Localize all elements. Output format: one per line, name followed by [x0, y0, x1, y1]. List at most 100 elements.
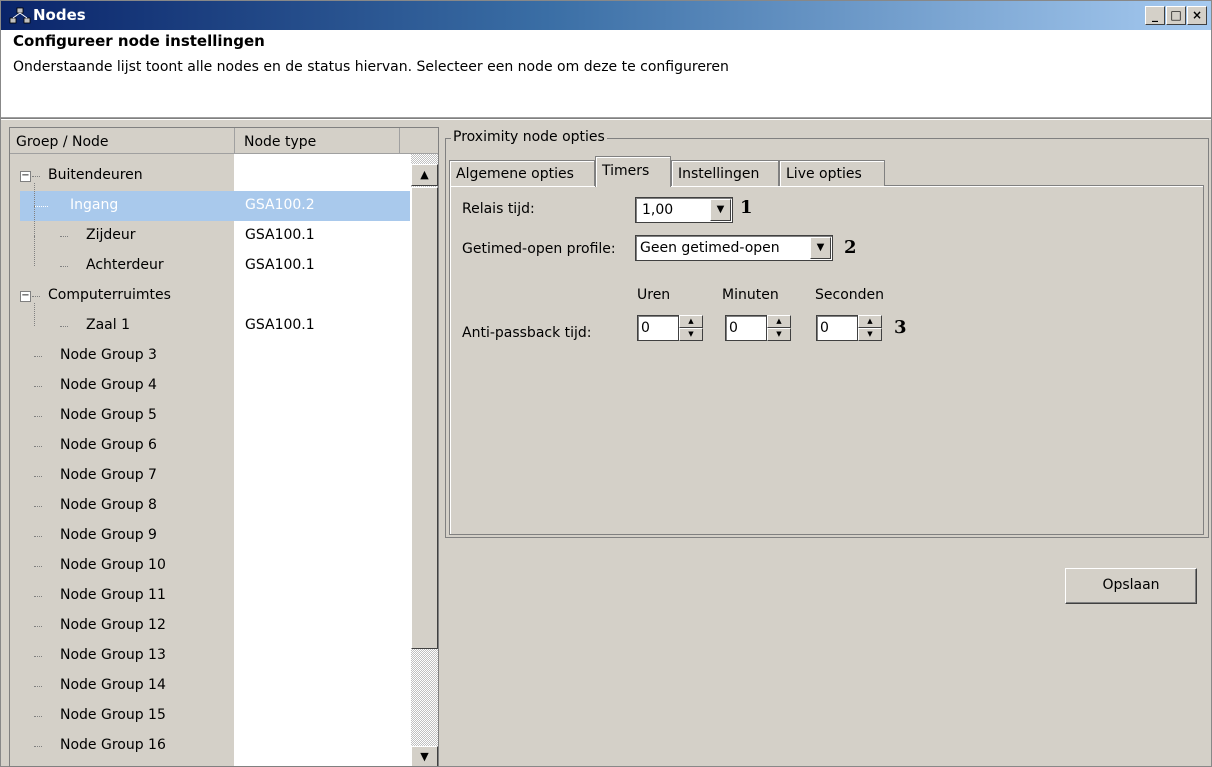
uren-input[interactable]: 0	[637, 315, 679, 341]
tree-item-type: GSA100.1	[245, 257, 315, 273]
close-button[interactable]: ×	[1187, 6, 1207, 25]
tree-row-node-group-11[interactable]: Node Group 11	[10, 581, 410, 611]
tree-item-type: GSA100.2	[245, 197, 315, 213]
tree-item-label: Node Group 8	[60, 497, 157, 513]
page-description: Onderstaande lijst toont alle nodes en d…	[13, 59, 729, 75]
save-button[interactable]: Opslaan	[1065, 568, 1197, 604]
tree-connector	[60, 326, 68, 327]
tree-item-label: Node Group 13	[60, 647, 166, 663]
annotation-number-3: 3	[894, 317, 907, 338]
minimize-button[interactable]: _	[1145, 6, 1165, 25]
collapse-icon[interactable]: −	[20, 171, 31, 182]
tree-item-label: Computerruimtes	[48, 287, 171, 303]
tree-connector	[34, 656, 42, 657]
getimed-open-profile-label: Getimed-open profile:	[462, 241, 616, 257]
tree-item-label: Node Group 15	[60, 707, 166, 723]
tree-row-node-group-8[interactable]: Node Group 8	[10, 491, 410, 521]
window-title: Nodes	[33, 6, 86, 24]
minuten-label: Minuten	[722, 287, 779, 303]
tree-connector	[34, 236, 35, 266]
tab-instellingen[interactable]: Instellingen	[671, 160, 779, 186]
chevron-down-icon[interactable]: ▼	[810, 237, 831, 259]
column-header: Groep / Node Node type	[10, 128, 438, 154]
tree-row-node-group-16[interactable]: Node Group 16	[10, 731, 410, 761]
tree-item-label: Node Group 3	[60, 347, 157, 363]
spin-up-icon[interactable]: ▲	[858, 315, 882, 328]
tree-connector	[34, 716, 42, 717]
tab-live-opties[interactable]: Live opties	[779, 160, 885, 186]
group-title: Proximity node opties	[451, 129, 607, 145]
tree-item-label: Node Group 9	[60, 527, 157, 543]
tree-row-node-group-15[interactable]: Node Group 15	[10, 701, 410, 731]
tree-row-ingang[interactable]: Ingang GSA100.2	[10, 183, 410, 221]
tab-timers[interactable]: Timers	[595, 156, 671, 187]
tree-connector	[32, 176, 40, 177]
tree-row-node-group-5[interactable]: Node Group 5	[10, 401, 410, 431]
tree-connector	[34, 596, 42, 597]
collapse-icon[interactable]: −	[20, 291, 31, 302]
column-header-node-type[interactable]: Node type	[236, 128, 400, 154]
tab-algemene-opties[interactable]: Algemene opties	[449, 160, 595, 186]
tree-item-type: GSA100.1	[245, 227, 315, 243]
spin-down-icon[interactable]: ▼	[858, 328, 882, 341]
tree-connector	[34, 416, 42, 417]
tree-connector	[34, 183, 35, 206]
tree-row-node-group-7[interactable]: Node Group 7	[10, 461, 410, 491]
anti-passback-label: Anti-passback tijd:	[462, 325, 592, 341]
tree-connector	[34, 206, 48, 207]
spin-up-icon[interactable]: ▲	[679, 315, 703, 328]
maximize-button[interactable]: □	[1166, 6, 1186, 25]
spin-down-icon[interactable]: ▼	[679, 328, 703, 341]
tree-scrollbar[interactable]: ▲ ▼	[411, 154, 438, 766]
seconden-input[interactable]: 0	[816, 315, 858, 341]
tree-row-node-group-14[interactable]: Node Group 14	[10, 671, 410, 701]
minuten-input[interactable]: 0	[725, 315, 767, 341]
spin-down-icon[interactable]: ▼	[767, 328, 791, 341]
tree-connector	[34, 386, 42, 387]
column-header-group-node[interactable]: Groep / Node	[10, 128, 235, 154]
tree-item-type: GSA100.1	[245, 317, 315, 333]
tree-connector	[34, 446, 42, 447]
annotation-number-1: 1	[740, 197, 753, 218]
getimed-open-profile-select[interactable]: Geen getimed-open ▼	[635, 235, 833, 261]
seconden-label: Seconden	[815, 287, 885, 303]
tree-connector	[32, 296, 40, 297]
tree-row-zijdeur[interactable]: Zijdeur GSA100.1	[10, 206, 410, 251]
spin-up-icon[interactable]: ▲	[767, 315, 791, 328]
chevron-down-icon[interactable]: ▼	[710, 199, 731, 221]
tree-item-label: Buitendeuren	[48, 167, 143, 183]
node-tree-list[interactable]: Groep / Node Node type − Buitendeuren In…	[9, 127, 439, 767]
tree-row-computerruimtes[interactable]: − Computerruimtes	[10, 281, 410, 311]
tree-item-label: Node Group 14	[60, 677, 166, 693]
tree-item-label: Zaal 1	[86, 317, 130, 333]
tree-item-label: Node Group 12	[60, 617, 166, 633]
tree-item-label: Node Group 6	[60, 437, 157, 453]
annotation-number-2: 2	[844, 237, 857, 258]
page-title: Configureer node instellingen	[13, 32, 265, 50]
tree-connector	[60, 236, 68, 237]
tree-row-node-group-3[interactable]: Node Group 3	[10, 341, 410, 371]
tree-item-label: Achterdeur	[86, 257, 164, 273]
scroll-down-icon[interactable]: ▼	[411, 746, 438, 766]
tree-row-node-group-10[interactable]: Node Group 10	[10, 551, 410, 581]
relais-tijd-select[interactable]: 1,00 ▼	[635, 197, 733, 223]
title-bar: Nodes _ □ ×	[1, 1, 1211, 30]
nodes-icon	[9, 7, 31, 24]
tree-row-achterdeur[interactable]: Achterdeur GSA100.1	[10, 236, 410, 281]
tree-row-zaal-1[interactable]: Zaal 1 GSA100.1	[10, 303, 410, 341]
tree-row-buitendeuren[interactable]: − Buitendeuren	[10, 161, 410, 191]
tree-connector	[34, 506, 42, 507]
tree-row-node-group-6[interactable]: Node Group 6	[10, 431, 410, 461]
getimed-open-profile-value: Geen getimed-open	[640, 240, 780, 256]
tree-row-node-group-13[interactable]: Node Group 13	[10, 641, 410, 671]
relais-tijd-label: Relais tijd:	[462, 201, 535, 217]
tree-connector	[34, 536, 42, 537]
tree-connector	[34, 626, 42, 627]
tree-row-node-group-12[interactable]: Node Group 12	[10, 611, 410, 641]
tree-row-node-group-9[interactable]: Node Group 9	[10, 521, 410, 551]
tree-row-node-group-4[interactable]: Node Group 4	[10, 371, 410, 401]
tree-item-label: Node Group 10	[60, 557, 166, 573]
scroll-up-icon[interactable]: ▲	[411, 164, 438, 186]
scroll-thumb[interactable]	[411, 187, 438, 649]
tree-item-label: Node Group 11	[60, 587, 166, 603]
